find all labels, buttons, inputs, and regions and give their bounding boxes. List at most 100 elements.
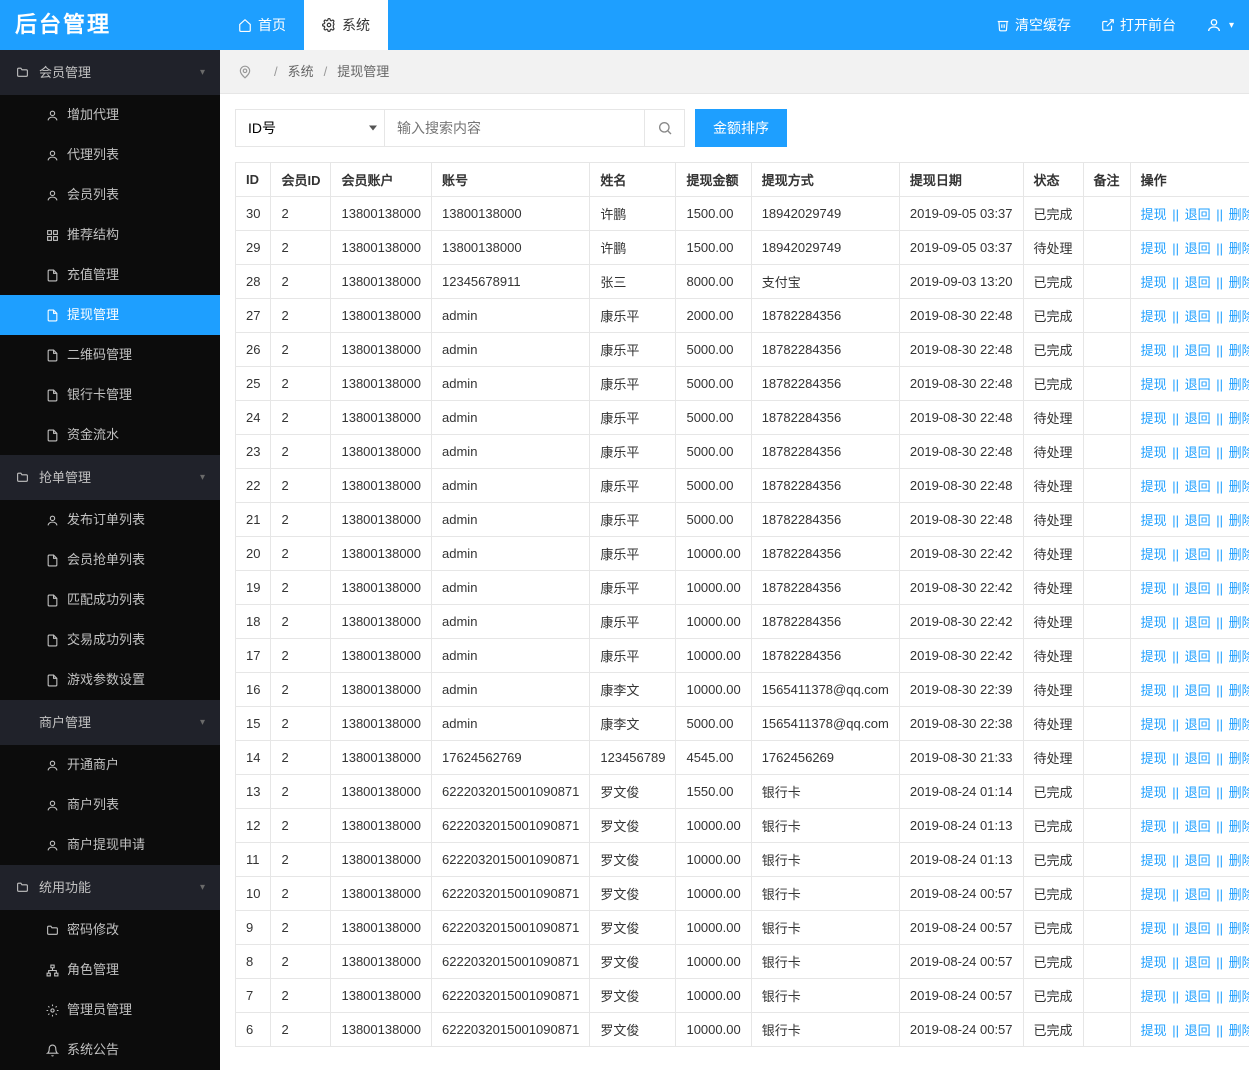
tab-home[interactable]: 首页: [220, 0, 304, 50]
return-link[interactable]: 退回: [1185, 411, 1211, 426]
delete-link[interactable]: 删除: [1229, 241, 1249, 256]
nav-item[interactable]: 银行卡管理: [0, 375, 220, 415]
delete-link[interactable]: 删除: [1229, 309, 1249, 324]
delete-link[interactable]: 删除: [1229, 479, 1249, 494]
nav-item[interactable]: 开通商户: [0, 745, 220, 785]
user-menu[interactable]: ▾: [1191, 0, 1249, 50]
delete-link[interactable]: 删除: [1229, 615, 1249, 630]
nav-item[interactable]: 提现管理: [0, 295, 220, 335]
withdraw-link[interactable]: 提现: [1141, 819, 1167, 834]
delete-link[interactable]: 删除: [1229, 411, 1249, 426]
search-field-select[interactable]: ID号: [235, 109, 385, 147]
return-link[interactable]: 退回: [1185, 275, 1211, 290]
return-link[interactable]: 退回: [1185, 683, 1211, 698]
nav-group[interactable]: 会员管理▾: [0, 50, 220, 95]
withdraw-link[interactable]: 提现: [1141, 207, 1167, 222]
delete-link[interactable]: 删除: [1229, 989, 1249, 1004]
nav-item[interactable]: 资金流水: [0, 415, 220, 455]
nav-item[interactable]: 商户列表: [0, 785, 220, 825]
withdraw-link[interactable]: 提现: [1141, 989, 1167, 1004]
nav-item[interactable]: 系统公告: [0, 1030, 220, 1070]
delete-link[interactable]: 删除: [1229, 785, 1249, 800]
return-link[interactable]: 退回: [1185, 1023, 1211, 1038]
withdraw-link[interactable]: 提现: [1141, 445, 1167, 460]
return-link[interactable]: 退回: [1185, 445, 1211, 460]
return-link[interactable]: 退回: [1185, 343, 1211, 358]
withdraw-link[interactable]: 提现: [1141, 921, 1167, 936]
delete-link[interactable]: 删除: [1229, 207, 1249, 222]
nav-item[interactable]: 增加代理: [0, 95, 220, 135]
delete-link[interactable]: 删除: [1229, 955, 1249, 970]
nav-item[interactable]: 游戏参数设置: [0, 660, 220, 700]
return-link[interactable]: 退回: [1185, 547, 1211, 562]
withdraw-link[interactable]: 提现: [1141, 581, 1167, 596]
return-link[interactable]: 退回: [1185, 887, 1211, 902]
delete-link[interactable]: 删除: [1229, 921, 1249, 936]
delete-link[interactable]: 删除: [1229, 275, 1249, 290]
nav-item[interactable]: 二维码管理: [0, 335, 220, 375]
return-link[interactable]: 退回: [1185, 921, 1211, 936]
nav-item[interactable]: 推荐结构: [0, 215, 220, 255]
return-link[interactable]: 退回: [1185, 989, 1211, 1004]
withdraw-link[interactable]: 提现: [1141, 887, 1167, 902]
return-link[interactable]: 退回: [1185, 241, 1211, 256]
return-link[interactable]: 退回: [1185, 479, 1211, 494]
withdraw-link[interactable]: 提现: [1141, 275, 1167, 290]
delete-link[interactable]: 删除: [1229, 751, 1249, 766]
search-button[interactable]: [645, 109, 685, 147]
withdraw-link[interactable]: 提现: [1141, 955, 1167, 970]
nav-item[interactable]: 充值管理: [0, 255, 220, 295]
delete-link[interactable]: 删除: [1229, 887, 1249, 902]
return-link[interactable]: 退回: [1185, 615, 1211, 630]
nav-group[interactable]: 商户管理▾: [0, 700, 220, 745]
nav-item[interactable]: 角色管理: [0, 950, 220, 990]
delete-link[interactable]: 删除: [1229, 717, 1249, 732]
delete-link[interactable]: 删除: [1229, 683, 1249, 698]
nav-item[interactable]: 交易成功列表: [0, 620, 220, 660]
withdraw-link[interactable]: 提现: [1141, 785, 1167, 800]
nav-item[interactable]: 商户提现申请: [0, 825, 220, 865]
withdraw-link[interactable]: 提现: [1141, 1023, 1167, 1038]
sort-amount-button[interactable]: 金额排序: [695, 109, 787, 147]
withdraw-link[interactable]: 提现: [1141, 309, 1167, 324]
withdraw-link[interactable]: 提现: [1141, 683, 1167, 698]
delete-link[interactable]: 删除: [1229, 343, 1249, 358]
withdraw-link[interactable]: 提现: [1141, 717, 1167, 732]
delete-link[interactable]: 删除: [1229, 853, 1249, 868]
withdraw-link[interactable]: 提现: [1141, 853, 1167, 868]
return-link[interactable]: 退回: [1185, 785, 1211, 800]
nav-item[interactable]: 管理员管理: [0, 990, 220, 1030]
return-link[interactable]: 退回: [1185, 853, 1211, 868]
delete-link[interactable]: 删除: [1229, 445, 1249, 460]
return-link[interactable]: 退回: [1185, 649, 1211, 664]
withdraw-link[interactable]: 提现: [1141, 751, 1167, 766]
nav-group[interactable]: 抢单管理▾: [0, 455, 220, 500]
nav-group[interactable]: 统用功能▾: [0, 865, 220, 910]
delete-link[interactable]: 删除: [1229, 547, 1249, 562]
nav-item[interactable]: 匹配成功列表: [0, 580, 220, 620]
search-input[interactable]: [385, 109, 645, 147]
withdraw-link[interactable]: 提现: [1141, 615, 1167, 630]
withdraw-link[interactable]: 提现: [1141, 513, 1167, 528]
tab-system[interactable]: 系统: [304, 0, 388, 50]
return-link[interactable]: 退回: [1185, 377, 1211, 392]
nav-item[interactable]: 会员抢单列表: [0, 540, 220, 580]
delete-link[interactable]: 删除: [1229, 581, 1249, 596]
withdraw-link[interactable]: 提现: [1141, 241, 1167, 256]
delete-link[interactable]: 删除: [1229, 649, 1249, 664]
return-link[interactable]: 退回: [1185, 581, 1211, 596]
return-link[interactable]: 退回: [1185, 819, 1211, 834]
clear-cache-button[interactable]: 清空缓存: [981, 0, 1086, 50]
return-link[interactable]: 退回: [1185, 751, 1211, 766]
return-link[interactable]: 退回: [1185, 309, 1211, 324]
open-front-button[interactable]: 打开前台: [1086, 0, 1191, 50]
nav-item[interactable]: 发布订单列表: [0, 500, 220, 540]
return-link[interactable]: 退回: [1185, 717, 1211, 732]
withdraw-link[interactable]: 提现: [1141, 411, 1167, 426]
withdraw-link[interactable]: 提现: [1141, 377, 1167, 392]
nav-item[interactable]: 代理列表: [0, 135, 220, 175]
withdraw-link[interactable]: 提现: [1141, 649, 1167, 664]
nav-item[interactable]: 会员列表: [0, 175, 220, 215]
withdraw-link[interactable]: 提现: [1141, 343, 1167, 358]
delete-link[interactable]: 删除: [1229, 1023, 1249, 1038]
